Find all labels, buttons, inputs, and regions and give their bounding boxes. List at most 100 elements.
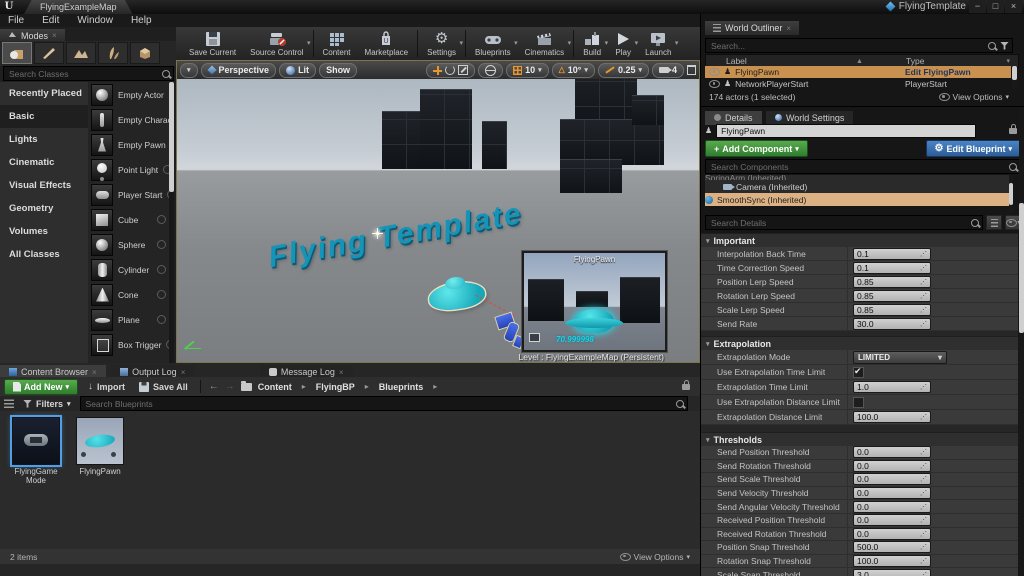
drag-dots-icon[interactable] — [920, 543, 927, 551]
number-field[interactable]: 0.1 — [853, 248, 931, 260]
viewport-scene[interactable]: Flying Template FlyingPawn 70.999998 Lev… — [177, 79, 699, 362]
drag-handle-icon[interactable] — [157, 240, 166, 249]
close-icon[interactable]: × — [181, 368, 186, 377]
tab-details[interactable]: Details — [705, 111, 762, 125]
column-options-icon[interactable]: ▾ — [1006, 57, 1010, 65]
category-item[interactable]: Recently Placed — [0, 82, 88, 105]
filters-button[interactable]: Filters▾ — [19, 399, 75, 409]
type-column-header[interactable]: Type — [906, 56, 924, 66]
category-item[interactable]: Geometry — [0, 197, 88, 220]
build-button[interactable]: Build — [576, 27, 608, 60]
category-item[interactable]: Lights — [0, 128, 88, 151]
content-button[interactable]: Content — [316, 27, 358, 60]
component-row[interactable]: Camera (Inherited) — [705, 180, 1013, 193]
outliner-search-field[interactable] — [705, 38, 1013, 53]
search-details-input[interactable] — [709, 217, 971, 229]
placeable-item[interactable]: Sphere — [88, 232, 169, 257]
category-item[interactable]: Basic — [0, 105, 88, 128]
light-sprite-icon[interactable] — [376, 232, 379, 235]
close-icon[interactable]: × — [786, 24, 791, 33]
outliner-row[interactable]: ♟ FlyingPawn Edit FlyingPawn — [705, 66, 1011, 78]
category-item[interactable]: Visual Effects — [0, 174, 88, 197]
number-field[interactable]: 0.0 — [853, 473, 931, 485]
world-outliner-tab[interactable]: World Outliner× — [705, 21, 799, 35]
modes-scrollbar[interactable] — [169, 82, 174, 363]
visibility-eye-icon[interactable] — [709, 80, 720, 88]
section-header-extrapolation[interactable]: Extrapolation — [701, 336, 1018, 350]
settings-button[interactable]: ⚙ Settings — [420, 27, 463, 60]
drag-handle-icon[interactable] — [157, 315, 166, 324]
close-icon[interactable]: × — [339, 368, 344, 377]
search-classes-input[interactable] — [7, 68, 162, 80]
dropdown-caret-icon[interactable] — [307, 39, 311, 47]
launch-button[interactable]: Launch — [638, 27, 678, 60]
search-classes-field[interactable] — [3, 66, 174, 81]
search-components-field[interactable] — [705, 159, 1021, 174]
tab-world-settings[interactable]: World Settings — [766, 111, 853, 125]
placeable-item[interactable]: Empty Actor — [88, 82, 169, 107]
sort-icon[interactable]: ▲ — [856, 58, 863, 65]
drag-dots-icon[interactable] — [920, 250, 927, 258]
camera-speed-control[interactable]: 4 — [652, 63, 684, 78]
actor-name-field[interactable]: FlyingPawn — [716, 124, 976, 138]
scale-snap-control[interactable]: 0.25▾ — [598, 63, 649, 78]
number-field[interactable]: 3.0 — [853, 569, 931, 576]
outliner-search-input[interactable] — [709, 40, 988, 52]
scale-tool-icon[interactable] — [458, 65, 468, 75]
property-matrix-button[interactable] — [986, 215, 1002, 230]
visibility-eye-icon[interactable] — [709, 68, 720, 76]
asset-tile[interactable]: FlyingGame Mode — [8, 417, 64, 485]
show-button[interactable]: Show — [319, 63, 357, 78]
world-coordinate-toggle[interactable] — [478, 63, 503, 78]
breadcrumb-content[interactable]: Content — [258, 382, 292, 392]
scene-cube[interactable] — [632, 95, 664, 125]
drag-dots-icon[interactable] — [920, 530, 927, 538]
search-details-field[interactable] — [705, 215, 983, 230]
components-scrollbar[interactable] — [1009, 175, 1013, 213]
drag-dots-icon[interactable] — [920, 462, 927, 470]
drag-handle-icon[interactable] — [157, 290, 166, 299]
scene-cube[interactable] — [382, 111, 420, 169]
mode-landscape-button[interactable] — [66, 42, 96, 64]
number-field[interactable]: 0.0 — [853, 446, 931, 458]
lock-icon[interactable] — [1009, 128, 1017, 134]
sources-panel-icon[interactable] — [4, 399, 14, 408]
menu-item[interactable]: Window — [77, 15, 113, 26]
number-field[interactable]: 100.0 — [853, 555, 931, 567]
drag-dots-icon[interactable] — [920, 264, 927, 272]
viewport-options-button[interactable]: ▾ — [180, 63, 198, 78]
add-component-button[interactable]: +Add Component▾ — [705, 140, 808, 157]
mode-place-button[interactable] — [2, 42, 32, 64]
section-header-important[interactable]: Important — [701, 233, 1018, 247]
placeable-item[interactable]: Point Light — [88, 157, 169, 182]
marketplace-button[interactable]: U Marketplace — [358, 27, 416, 60]
save-all-button[interactable]: Save All — [135, 382, 192, 392]
drag-dots-icon[interactable] — [920, 571, 927, 576]
forward-arrow-icon[interactable]: → — [225, 381, 235, 392]
mode-foliage-button[interactable] — [98, 42, 128, 64]
checkbox[interactable] — [853, 367, 864, 378]
placeable-item[interactable]: Empty Character — [88, 107, 169, 132]
scene-cube[interactable] — [420, 89, 472, 169]
scene-cube[interactable] — [560, 159, 622, 193]
section-header-thresholds[interactable]: Thresholds — [701, 432, 1018, 446]
level-viewport[interactable]: ▾ Perspective Lit Show 10▾ △10°▾ 0.25▾ 4 — [176, 60, 700, 363]
placeable-item[interactable]: Cylinder — [88, 257, 169, 282]
label-column-header[interactable]: Label — [706, 56, 747, 66]
breadcrumb-flyingbp[interactable]: FlyingBP — [316, 382, 355, 392]
mode-paint-button[interactable] — [34, 42, 64, 64]
drag-dots-icon[interactable] — [920, 383, 927, 391]
drag-dots-icon[interactable] — [920, 475, 927, 483]
drag-dots-icon[interactable] — [920, 413, 927, 421]
placeable-item[interactable]: Cone — [88, 282, 169, 307]
number-field[interactable]: 500.0 — [853, 541, 931, 553]
play-button[interactable]: Play — [608, 27, 638, 60]
edit-blueprint-button[interactable]: ⚙Edit Blueprint▾ — [926, 140, 1021, 157]
minimize-button[interactable]: − — [969, 0, 986, 13]
drag-dots-icon[interactable] — [920, 306, 927, 314]
outliner-scrollbar[interactable] — [1012, 66, 1017, 90]
number-field[interactable]: 0.0 — [853, 501, 931, 513]
drag-dots-icon[interactable] — [920, 320, 927, 328]
placeable-item[interactable]: Empty Pawn — [88, 132, 169, 157]
number-field[interactable]: 30.0 — [853, 318, 931, 330]
